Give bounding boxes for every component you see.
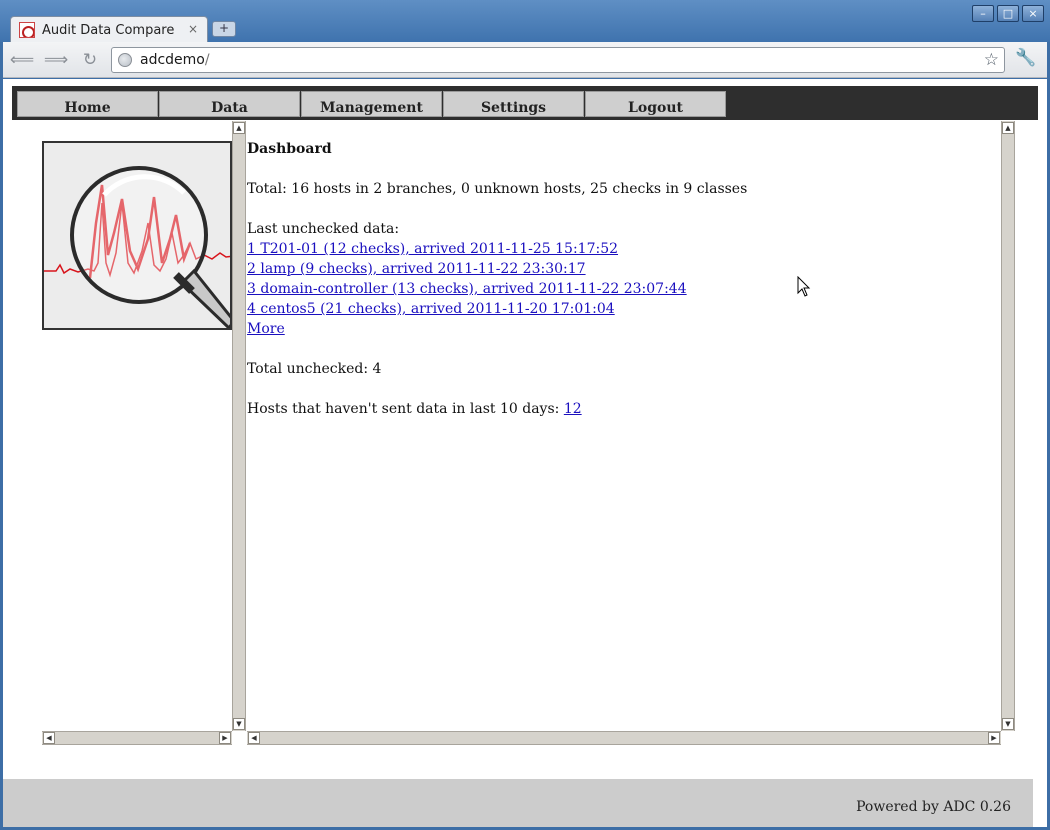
stale-hosts-line: Hosts that haven't sent data in last 10 … — [247, 399, 997, 419]
scroll-up-icon[interactable]: ▲ — [233, 122, 245, 134]
menu-home[interactable]: Home — [17, 91, 158, 117]
forward-icon[interactable]: ⟹ — [43, 48, 69, 72]
scroll-up-icon[interactable]: ▲ — [1002, 122, 1014, 134]
unchecked-item-link[interactable]: 2 lamp (9 checks), arrived 2011-11-22 23… — [247, 259, 997, 279]
menu-logout[interactable]: Logout — [585, 91, 726, 117]
browser-toolbar: ⟸ ⟹ ↻ adcdemo/ ☆ 🔧 — [3, 42, 1047, 78]
app-logo — [42, 141, 232, 330]
main-frame-vscroll[interactable]: ▲ ▼ — [1001, 121, 1015, 731]
left-frame-vscroll[interactable]: ▲ ▼ — [232, 121, 246, 731]
powered-by-text: Powered by ADC 0.26 — [856, 799, 1011, 815]
reload-icon[interactable]: ↻ — [77, 48, 103, 72]
scroll-right-icon[interactable]: ▶ — [988, 732, 1000, 744]
tab-title: Audit Data Compare — [42, 22, 175, 38]
total-unchecked: Total unchecked: 4 — [247, 361, 382, 377]
scroll-down-icon[interactable]: ▼ — [233, 718, 245, 730]
scroll-right-icon[interactable]: ▶ — [219, 732, 231, 744]
last-unchecked-label: Last unchecked data: — [247, 221, 400, 237]
unchecked-item-link[interactable]: 3 domain-controller (13 checks), arrived… — [247, 279, 997, 299]
dashboard-content: Dashboard Total: 16 hosts in 2 branches,… — [247, 139, 997, 439]
page-title: Dashboard — [247, 141, 332, 157]
address-bar[interactable]: adcdemo/ ☆ — [111, 47, 1005, 73]
stale-hosts-label: Hosts that haven't sent data in last 10 … — [247, 401, 564, 417]
totals-summary: Total: 16 hosts in 2 branches, 0 unknown… — [247, 181, 748, 197]
more-link[interactable]: More — [247, 319, 997, 339]
main-menu: Home Data Management Settings Logout — [12, 86, 1038, 120]
mouse-cursor-icon — [797, 276, 811, 297]
maximize-button[interactable]: □ — [997, 5, 1019, 22]
unchecked-item-link[interactable]: 1 T201-01 (12 checks), arrived 2011-11-2… — [247, 239, 997, 259]
bookmark-star-icon[interactable]: ☆ — [984, 50, 999, 70]
back-icon[interactable]: ⟸ — [9, 48, 35, 72]
url-text[interactable]: adcdemo/ — [140, 52, 210, 68]
minimize-button[interactable]: – — [972, 5, 994, 22]
last-unchecked-section: Last unchecked data: 1 T201-01 (12 check… — [247, 219, 997, 339]
scroll-left-icon[interactable]: ◀ — [43, 732, 55, 744]
window-titlebar: Audit Data Compare × + – □ × — [0, 0, 1050, 43]
unchecked-item-link[interactable]: 4 centos5 (21 checks), arrived 2011-11-2… — [247, 299, 997, 319]
tab-favicon-icon — [19, 22, 35, 38]
menu-data[interactable]: Data — [159, 91, 300, 117]
new-tab-button[interactable]: + — [212, 21, 236, 37]
globe-icon — [118, 53, 132, 67]
browser-tab[interactable]: Audit Data Compare × — [10, 16, 208, 43]
left-frame-hscroll[interactable]: ◀ ▶ — [42, 731, 232, 745]
stale-hosts-count-link[interactable]: 12 — [564, 401, 582, 417]
menu-settings[interactable]: Settings — [443, 91, 584, 117]
menu-management[interactable]: Management — [301, 91, 442, 117]
wrench-icon[interactable]: 🔧 — [1015, 48, 1036, 68]
scroll-down-icon[interactable]: ▼ — [1002, 718, 1014, 730]
page-viewport: Home Data Management Settings Logout ▲ ▼… — [3, 79, 1047, 827]
window-controls: – □ × — [972, 5, 1044, 22]
page-footer: Powered by ADC 0.26 — [3, 779, 1033, 827]
magnifier-logo-icon — [44, 166, 230, 328]
tab-close-icon[interactable]: × — [188, 22, 198, 36]
close-window-button[interactable]: × — [1022, 5, 1044, 22]
scroll-left-icon[interactable]: ◀ — [248, 732, 260, 744]
main-frame-hscroll[interactable]: ◀ ▶ — [247, 731, 1001, 745]
